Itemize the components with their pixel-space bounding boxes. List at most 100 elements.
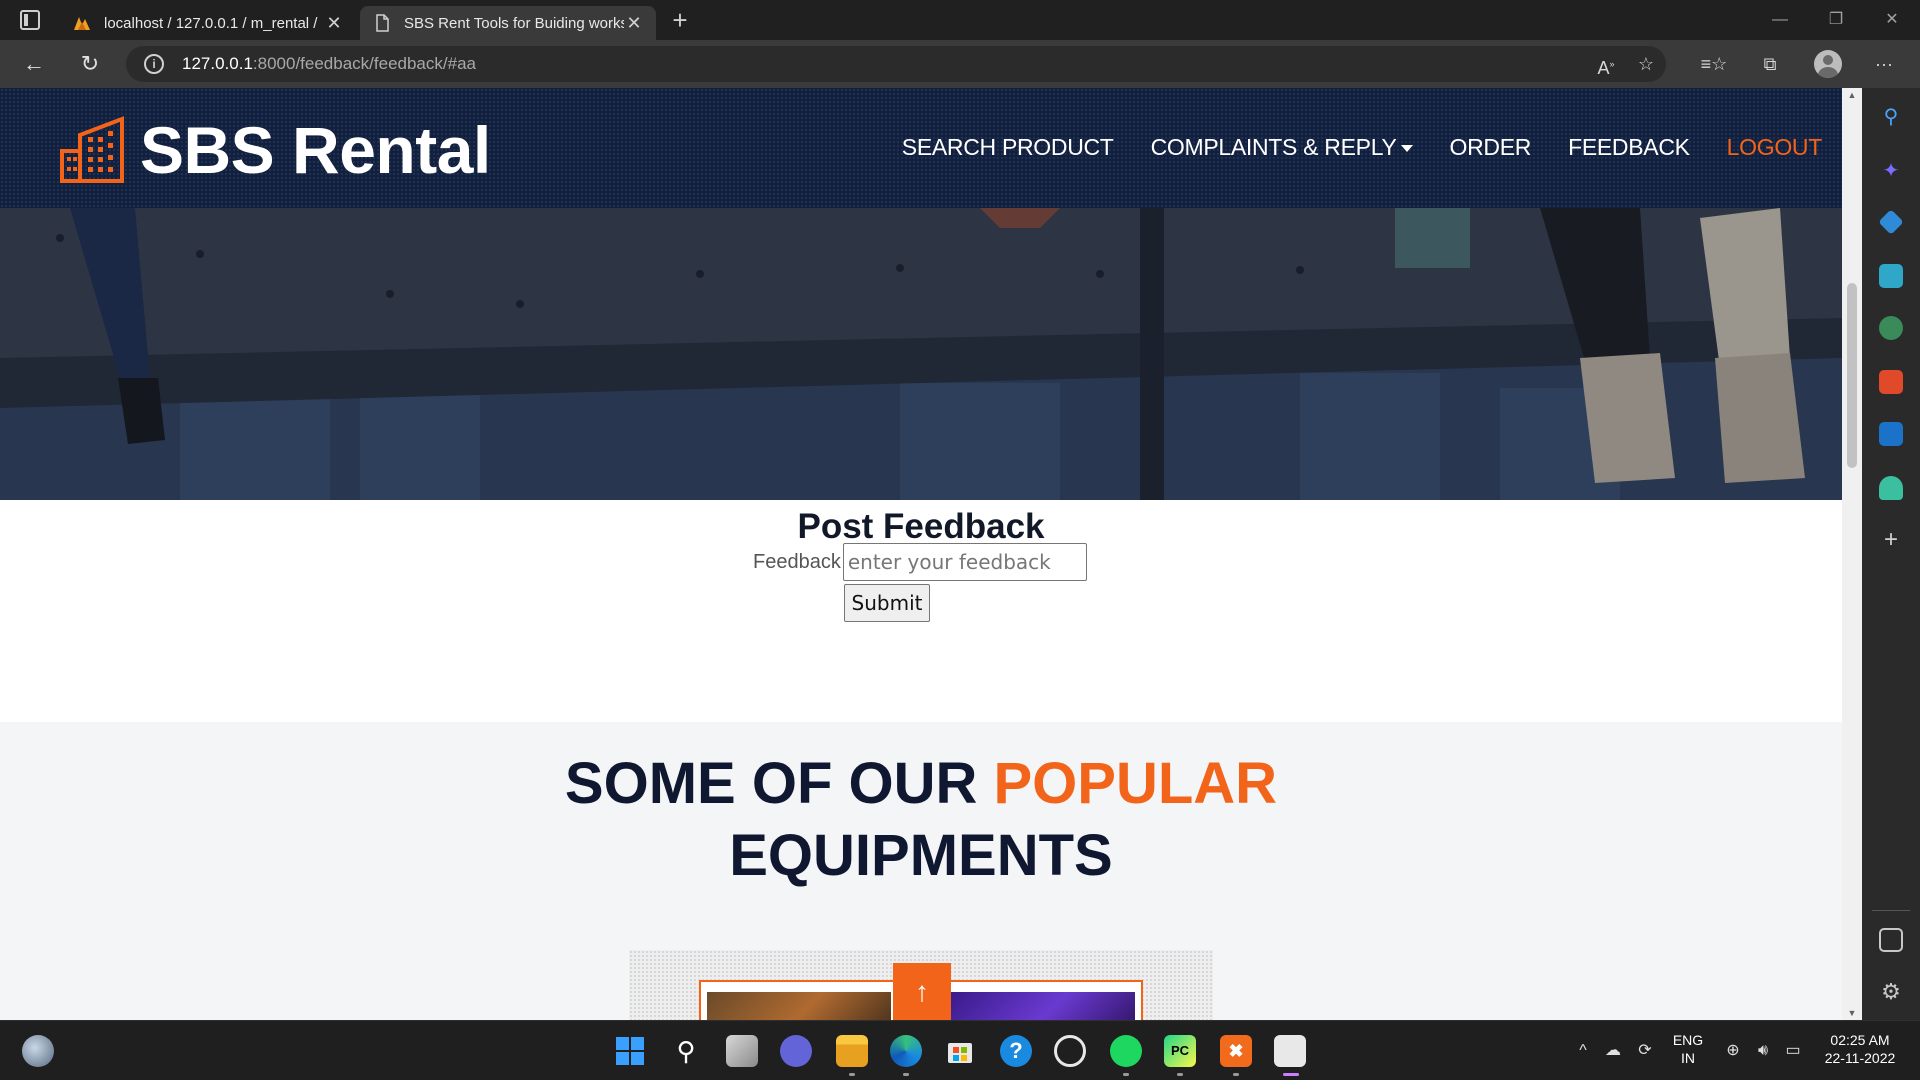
main-nav: SEARCH PRODUCT COMPLAINTS & REPLY ORDER … xyxy=(865,134,1823,161)
games-icon[interactable] xyxy=(1879,316,1903,340)
hide-sidebar-icon[interactable] xyxy=(1879,928,1903,952)
add-icon[interactable]: + xyxy=(1879,528,1903,552)
refresh-icon[interactable]: ↻ xyxy=(72,48,108,80)
more-options-icon[interactable]: ··· xyxy=(1864,46,1904,82)
feedback-section: Post Feedback Feedback Submit xyxy=(0,500,1842,722)
chevron-up-icon[interactable]: ^ xyxy=(1572,1041,1594,1061)
edge-sidebar: ⚲ ✦ + ⚙ xyxy=(1862,88,1920,1020)
page-scrollbar[interactable]: ▲ ▼ xyxy=(1842,88,1862,1020)
url-host: 127.0.0.1 xyxy=(182,54,253,73)
tab-actions-icon[interactable] xyxy=(20,10,40,30)
equipments-heading: SOME OF OUR POPULAR EQUIPMENTS xyxy=(0,748,1842,892)
heading-accent: POPULAR xyxy=(993,751,1278,816)
outlook-icon[interactable] xyxy=(1879,422,1903,446)
feedback-input[interactable] xyxy=(842,543,1087,581)
edge-browser-icon[interactable] xyxy=(890,1035,922,1067)
browser-toolbar: ← ↻ i 127.0.0.1:8000/feedback/feedback/#… xyxy=(0,40,1920,88)
heading-part2: EQUIPMENTS xyxy=(729,823,1113,888)
scroll-down-icon[interactable]: ▼ xyxy=(1842,1008,1862,1018)
file-explorer-icon[interactable] xyxy=(836,1035,868,1067)
back-to-top-button[interactable]: ↑ xyxy=(893,963,951,1020)
logo-text: SBS Rental xyxy=(140,113,491,187)
snipping-tool-icon[interactable] xyxy=(1274,1035,1306,1067)
hero-image xyxy=(0,208,1842,500)
add-favorite-icon[interactable]: ☆ xyxy=(1626,46,1666,82)
tab-title: localhost / 127.0.0.1 / m_rental / xyxy=(104,14,318,32)
running-indicator xyxy=(849,1073,855,1076)
tab-title: SBS Rent Tools for Buiding works xyxy=(404,14,624,32)
minimize-button[interactable]: — xyxy=(1752,0,1808,40)
running-indicator xyxy=(1123,1073,1129,1076)
caret-down-icon xyxy=(1400,145,1413,153)
nav-logout[interactable]: LOGOUT xyxy=(1727,134,1823,161)
close-tab-icon[interactable]: ✕ xyxy=(324,13,344,34)
equipment-image[interactable] xyxy=(951,992,1135,1020)
nav-search-product[interactable]: SEARCH PRODUCT xyxy=(902,134,1114,161)
onedrive-icon[interactable]: ☁ xyxy=(1602,1041,1624,1061)
favorites-icon[interactable]: ≡☆ xyxy=(1694,46,1734,82)
profile-avatar[interactable] xyxy=(1814,50,1842,78)
task-view-icon[interactable] xyxy=(726,1035,758,1067)
search-icon[interactable]: ⚲ xyxy=(1879,104,1903,128)
volume-icon[interactable]: 🔊︎ xyxy=(1752,1041,1774,1061)
nav-feedback[interactable]: FEEDBACK xyxy=(1568,134,1690,161)
shopping-tag-icon[interactable] xyxy=(1878,209,1904,235)
language-code: ENG xyxy=(1672,1032,1704,1048)
microsoft-store-icon[interactable] xyxy=(944,1035,976,1067)
help-icon[interactable]: ? xyxy=(1000,1035,1032,1067)
equipment-image[interactable] xyxy=(707,992,891,1020)
address-bar[interactable]: i 127.0.0.1:8000/feedback/feedback/#aa A… xyxy=(126,46,1666,82)
nav-order[interactable]: ORDER xyxy=(1450,134,1532,161)
tab-sbs-rental[interactable]: SBS Rent Tools for Buiding works ✕ xyxy=(360,6,656,40)
site-header: SBS Rental SEARCH PRODUCT COMPLAINTS & R… xyxy=(0,88,1842,208)
nav-complaints-label: COMPLAINTS & REPLY xyxy=(1150,134,1397,160)
site-logo[interactable]: SBS Rental xyxy=(58,112,491,188)
spotify-icon[interactable] xyxy=(1110,1035,1142,1067)
read-aloud-icon[interactable]: A» xyxy=(1586,46,1626,82)
heading-part1: SOME OF OUR xyxy=(564,751,994,816)
browser-tab-bar: localhost / 127.0.0.1 / m_rental / ✕ SBS… xyxy=(0,0,1920,40)
hero-photo xyxy=(0,208,1842,500)
active-indicator xyxy=(1283,1073,1299,1076)
sync-icon[interactable]: ⟳ xyxy=(1634,1041,1656,1061)
copilot-icon[interactable]: ✦ xyxy=(1879,158,1903,182)
submit-button[interactable]: Submit xyxy=(844,584,930,622)
start-windows-icon[interactable] xyxy=(614,1035,646,1067)
pycharm-icon[interactable]: PC xyxy=(1164,1035,1196,1067)
back-arrow-icon[interactable]: ← xyxy=(16,48,52,80)
running-indicator xyxy=(1233,1073,1239,1076)
tab-phpmyadmin[interactable]: localhost / 127.0.0.1 / m_rental / ✕ xyxy=(60,6,356,40)
clock-date: 22-11-2022 xyxy=(1824,1050,1896,1066)
language-indicator[interactable]: ENG IN xyxy=(1668,1031,1708,1067)
close-tab-icon[interactable]: ✕ xyxy=(624,13,644,34)
running-indicator xyxy=(903,1073,909,1076)
clock[interactable]: 02:25 AM 22-11-2022 xyxy=(1816,1031,1904,1067)
nav-complaints-reply[interactable]: COMPLAINTS & REPLY xyxy=(1151,134,1413,161)
xampp-icon[interactable]: ✖ xyxy=(1220,1035,1252,1067)
page-viewport: SBS Rental SEARCH PRODUCT COMPLAINTS & R… xyxy=(0,88,1842,1020)
tools-icon[interactable] xyxy=(1879,264,1903,288)
settings-gear-icon[interactable]: ⚙ xyxy=(1879,980,1903,1004)
search-icon[interactable]: ⚲ xyxy=(670,1035,702,1067)
battery-icon[interactable]: ▭ xyxy=(1782,1041,1804,1061)
feedback-row: Feedback xyxy=(753,543,1087,581)
close-window-button[interactable]: ✕ xyxy=(1864,0,1920,40)
scroll-up-icon[interactable]: ▲ xyxy=(1842,90,1862,100)
running-indicator xyxy=(1177,1073,1183,1076)
network-globe-icon[interactable]: ⊕ xyxy=(1722,1041,1744,1061)
weather-icon[interactable] xyxy=(22,1035,54,1067)
app-icon[interactable] xyxy=(1054,1035,1086,1067)
office-icon[interactable] xyxy=(1879,370,1903,394)
feedback-label: Feedback xyxy=(753,550,841,573)
drop-icon[interactable] xyxy=(1879,476,1903,500)
clock-time: 02:25 AM xyxy=(1830,1032,1890,1048)
teams-chat-icon[interactable] xyxy=(780,1035,812,1067)
feedback-title: Post Feedback xyxy=(797,507,1045,546)
site-info-icon[interactable]: i xyxy=(144,54,164,74)
collections-icon[interactable]: ⧉ xyxy=(1750,46,1790,82)
scrollbar-thumb[interactable] xyxy=(1847,283,1857,468)
url-path: :8000/feedback/feedback/#aa xyxy=(252,54,476,73)
windows-taskbar: ⚲ ? PC ✖ ^ ☁ ⟳ ENG IN ⊕ 🔊︎ ▭ 02:25 AM 22… xyxy=(0,1020,1920,1080)
new-tab-button[interactable]: + xyxy=(664,6,696,36)
restore-button[interactable]: ❐ xyxy=(1808,0,1864,40)
